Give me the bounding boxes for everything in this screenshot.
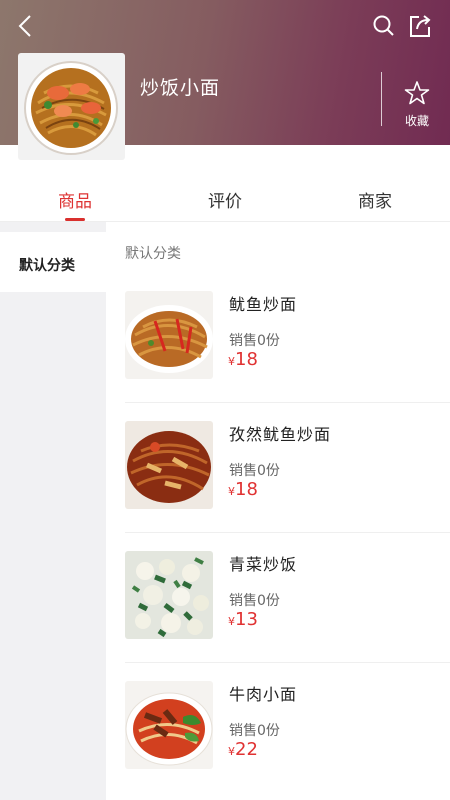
- back-button[interactable]: [12, 12, 42, 42]
- product-sales: 销售0份: [229, 723, 280, 739]
- product-image: [125, 681, 213, 769]
- store-header: 炒饭小面 收藏: [0, 0, 450, 160]
- product-item[interactable]: 牛肉小面 销售0份 ¥22: [125, 681, 450, 800]
- search-button[interactable]: [370, 12, 398, 40]
- category-title: 默认分类: [125, 246, 181, 262]
- product-name: 青菜炒饭: [229, 555, 298, 574]
- favorite-button[interactable]: 收藏: [394, 80, 440, 130]
- header-divider: [381, 72, 382, 126]
- currency-symbol: ¥: [228, 485, 235, 498]
- tab-bar: 商品 评价 商家: [0, 175, 450, 221]
- share-icon: [410, 15, 431, 37]
- product-divider: [125, 662, 450, 663]
- sidebar-item-label: 默认分类: [19, 258, 75, 274]
- tab-products[interactable]: 商品: [45, 187, 105, 212]
- product-image: [125, 421, 213, 509]
- product-price: ¥13: [228, 609, 258, 630]
- product-item[interactable]: 青菜炒饭 销售0份 ¥13: [125, 551, 450, 681]
- product-image: [125, 551, 213, 639]
- price-value: 22: [235, 739, 258, 760]
- product-image: [125, 291, 213, 379]
- currency-symbol: ¥: [228, 745, 235, 758]
- product-item[interactable]: 孜然鱿鱼炒面 销售0份 ¥18: [125, 421, 450, 551]
- product-item[interactable]: 鱿鱼炒面 销售0份 ¥18: [125, 291, 450, 421]
- product-name: 牛肉小面: [229, 685, 298, 704]
- price-value: 13: [235, 609, 258, 630]
- price-value: 18: [235, 479, 258, 500]
- chevron-left-icon: [18, 15, 31, 37]
- product-divider: [125, 402, 450, 403]
- favorite-label: 收藏: [404, 114, 429, 128]
- product-sales: 销售0份: [229, 593, 280, 609]
- category-sidebar: [0, 222, 106, 800]
- price-value: 18: [235, 349, 258, 370]
- product-sales: 销售0份: [229, 333, 280, 349]
- currency-symbol: ¥: [228, 355, 235, 368]
- product-divider: [125, 532, 450, 533]
- store-name: 炒饭小面: [140, 77, 221, 99]
- product-price: ¥22: [228, 739, 258, 760]
- tab-merchant[interactable]: 商家: [345, 187, 405, 212]
- store-image: [18, 53, 125, 160]
- search-icon: [373, 15, 394, 36]
- currency-symbol: ¥: [228, 615, 235, 628]
- product-name: 鱿鱼炒面: [229, 295, 298, 314]
- product-price: ¥18: [228, 479, 258, 500]
- product-name: 孜然鱿鱼炒面: [229, 425, 332, 444]
- share-button[interactable]: [406, 12, 434, 40]
- product-sales: 销售0份: [229, 463, 280, 479]
- tab-reviews[interactable]: 评价: [195, 187, 255, 212]
- star-icon: [404, 81, 430, 105]
- product-price: ¥18: [228, 349, 258, 370]
